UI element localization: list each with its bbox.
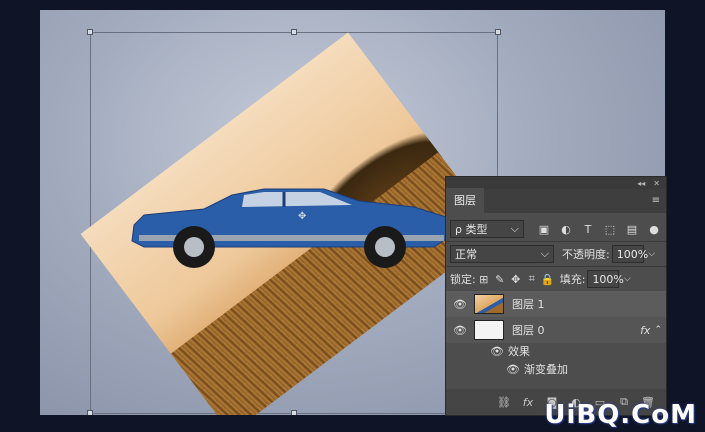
visibility-eye-icon[interactable]: 👁 [446,298,474,311]
panel-tab-row: 图层 ≡ [446,188,666,213]
layer-name[interactable]: 图层 0 [512,322,545,338]
lock-paint-icon[interactable]: ✎ [492,271,508,287]
filter-toggle-icon[interactable]: ● [646,221,662,237]
transform-handle-tm[interactable] [291,29,297,35]
fill-input[interactable]: 100% [587,270,624,288]
effect-item-label: 渐变叠加 [524,363,568,376]
lock-position-icon[interactable]: ✥ [508,271,524,287]
transform-handle-tl[interactable] [87,29,93,35]
layer-thumbnail [474,294,504,314]
shape-filter-icon[interactable]: ⬚ [602,221,618,237]
close-icon[interactable]: ✕ [653,179,660,188]
layers-panel[interactable]: ◂◂ ✕ 图层 ≡ ρ 类型 ⌵ ▣ ◐ T ⬚ ▤ ● 正常 ⌵ 不透明度: … [445,176,667,416]
blend-mode-select[interactable]: 正常 ⌵ [450,245,554,263]
lock-label: 锁定: [450,273,476,286]
effects-row[interactable]: 👁 效果 [446,341,666,361]
filter-type-label: ρ 类型 [455,223,488,236]
blend-mode-label: 正常 [455,248,477,261]
tab-layers[interactable]: 图层 [446,188,484,213]
layer-row-1[interactable]: 👁 图层 1 [446,291,666,317]
lock-all-icon[interactable]: 🔒 [540,271,556,287]
adjustment-filter-icon[interactable]: ◐ [558,221,574,237]
watermark-logo: UiBQ.CoM [544,400,697,430]
image-filter-icon[interactable]: ▣ [536,221,552,237]
lock-artboard-icon[interactable]: ⌗ [524,271,540,287]
layer-thumbnail [474,320,504,340]
chevron-down-icon: ⌵ [540,247,549,260]
visibility-eye-icon[interactable]: 👁 [446,345,508,358]
blend-row: 正常 ⌵ 不透明度: 100% ⌵ [446,242,666,266]
chevron-down-icon[interactable]: ⌵ [644,246,660,262]
visibility-eye-icon[interactable]: 👁 [446,324,474,337]
effect-item-gradient-overlay[interactable]: 👁 渐变叠加 [446,359,666,379]
lock-row: 锁定: ⊞ ✎ ✥ ⌗ 🔒 填充: 100% ⌵ [446,267,666,291]
opacity-label: 不透明度: [562,248,610,261]
effects-label: 效果 [508,345,530,358]
filter-type-select[interactable]: ρ 类型 ⌵ [450,220,524,238]
transform-handle-tr[interactable] [495,29,501,35]
svg-text:✥: ✥ [298,211,306,222]
layer-name[interactable]: 图层 1 [512,296,545,312]
text-filter-icon[interactable]: T [580,221,596,237]
filter-row: ρ 类型 ⌵ ▣ ◐ T ⬚ ▤ ● [446,217,666,241]
chevron-up-icon[interactable]: ⌃ [654,325,662,335]
chevron-down-icon: ⌵ [510,222,519,235]
visibility-eye-icon[interactable]: 👁 [446,363,524,376]
link-icon[interactable]: ⛓ [494,396,514,409]
opacity-input[interactable]: 100% [611,245,648,263]
fx-badge[interactable]: fx [640,324,650,337]
collapse-icon[interactable]: ◂◂ [637,179,645,188]
menu-lines-icon[interactable]: ≡ [652,195,660,206]
fx-icon[interactable]: fx [518,396,538,409]
blue-car: ✥ [131,188,450,268]
transform-handle-bm[interactable] [291,410,297,415]
transform-handle-bl[interactable] [87,410,93,415]
fill-label: 填充: [559,273,586,286]
chevron-down-icon[interactable]: ⌵ [619,271,635,287]
layer-row-0[interactable]: 👁 图层 0 fx ⌃ [446,317,666,343]
lock-transparency-icon[interactable]: ⊞ [476,271,492,287]
smart-object-filter-icon[interactable]: ▤ [624,221,640,237]
